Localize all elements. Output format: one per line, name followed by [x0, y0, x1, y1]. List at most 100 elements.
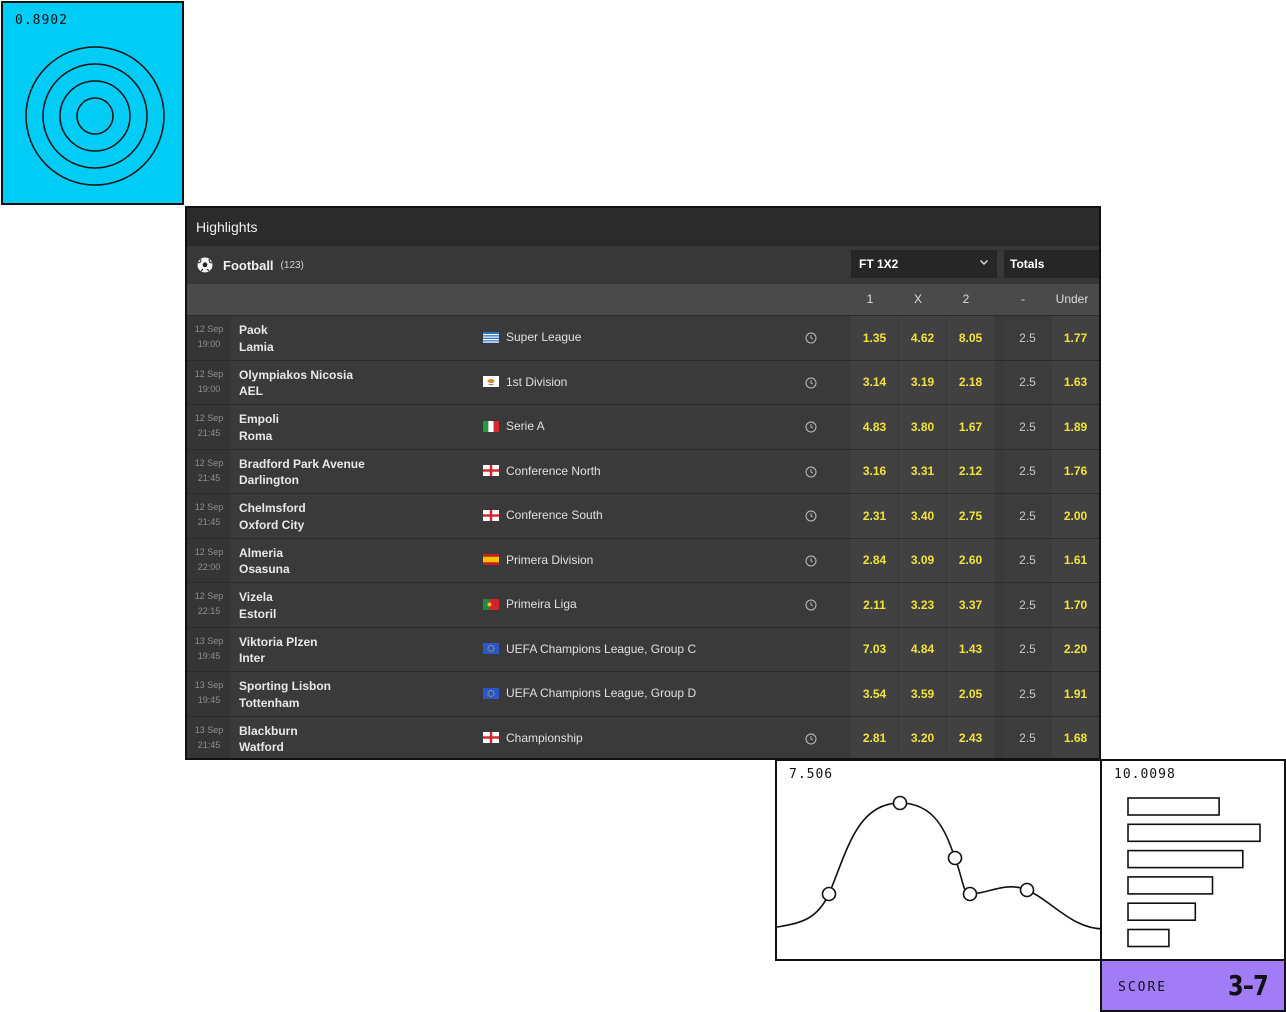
odd-under[interactable]: 2.20 — [1052, 627, 1099, 671]
odd-under[interactable]: 1.63 — [1052, 360, 1099, 404]
match-row[interactable]: 12 Sep 22:15 Vizela Estoril Primeira Liga 2.1… — [187, 582, 1099, 627]
match-time: 22:15 — [197, 606, 221, 616]
match-teams[interactable]: Viktoria Plzen Inter — [239, 634, 317, 667]
england-flag-icon — [483, 465, 499, 476]
odd-home[interactable]: 4.83 — [851, 405, 898, 449]
odd-under[interactable]: 1.91 — [1052, 672, 1099, 716]
odd-under[interactable]: 1.70 — [1052, 583, 1099, 627]
odd-away[interactable]: 2.05 — [947, 672, 994, 716]
match-row[interactable]: 12 Sep 19:00 Olympiakos Nicosia AEL 1st Divi… — [187, 359, 1099, 404]
match-time: 19:00 — [197, 339, 221, 349]
match-datetime: 13 Sep 21:45 — [187, 716, 231, 758]
match-row[interactable]: 12 Sep 19:00 Paok Lamia Super League 1.35 4.62… — [187, 315, 1099, 360]
match-row[interactable]: 12 Sep 22:00 Almeria Osasuna Primera Divisio… — [187, 537, 1099, 582]
match-teams[interactable]: Empoli Roma — [239, 411, 279, 444]
match-row[interactable]: 13 Sep 21:45 Blackburn Watford Championship 2… — [187, 715, 1099, 758]
odd-away[interactable]: 2.12 — [947, 449, 994, 493]
bar — [1127, 849, 1244, 869]
match-time: 21:45 — [197, 472, 221, 483]
odd-home[interactable]: 2.11 — [851, 583, 898, 627]
sport-bar[interactable]: Football (123) FT 1X2 Totals — [187, 246, 1099, 284]
match-teams[interactable]: Vizela Estoril — [239, 589, 276, 622]
match-date: 13 Sep — [194, 724, 224, 735]
home-team: Olympiakos Nicosia — [239, 367, 354, 382]
match-row[interactable]: 13 Sep 19:45 Viktoria Plzen Inter UEFA Champ… — [187, 626, 1099, 671]
league-name: Super League — [506, 330, 582, 344]
odd-away[interactable]: 2.18 — [947, 360, 994, 404]
odd-home[interactable]: 3.14 — [851, 360, 898, 404]
odd-under[interactable]: 1.76 — [1052, 449, 1099, 493]
score-value: 3–7 — [1228, 969, 1269, 1002]
odd-under[interactable]: 1.68 — [1052, 716, 1099, 758]
away-team: Roma — [239, 428, 273, 443]
odd-away[interactable]: 2.60 — [947, 538, 994, 582]
odd-away[interactable]: 2.75 — [947, 494, 994, 538]
match-teams[interactable]: Sporting Lisbon Tottenham — [239, 678, 331, 711]
odd-away[interactable]: 1.67 — [947, 405, 994, 449]
odd-draw[interactable]: 3.19 — [899, 360, 946, 404]
match-teams[interactable]: Paok Lamia — [239, 322, 274, 355]
odd-home[interactable]: 2.31 — [851, 494, 898, 538]
total-line: 2.5 — [1004, 316, 1051, 360]
match-teams[interactable]: Olympiakos Nicosia AEL — [239, 367, 353, 400]
odd-away[interactable]: 1.43 — [947, 627, 994, 671]
match-teams[interactable]: Blackburn Watford — [239, 723, 298, 756]
odd-draw[interactable]: 4.62 — [899, 316, 946, 360]
odd-draw[interactable]: 3.20 — [899, 716, 946, 758]
match-time: 19:45 — [197, 695, 221, 705]
match-date: 12 Sep — [194, 368, 224, 379]
clock-icon — [805, 420, 817, 433]
total-line: 2.5 — [1004, 672, 1051, 716]
odd-draw[interactable]: 3.09 — [899, 538, 946, 582]
match-date: 12 Sep — [194, 502, 224, 512]
odd-away[interactable]: 8.05 — [947, 316, 994, 360]
total-line: 2.5 — [1004, 583, 1051, 627]
total-line: 2.5 — [1004, 449, 1051, 493]
away-team: AEL — [239, 384, 263, 398]
total-line: 2.5 — [1004, 494, 1051, 538]
home-team: Viktoria Plzen — [239, 634, 318, 649]
europe-flag-icon — [483, 643, 499, 654]
match-row[interactable]: 13 Sep 19:45 Sporting Lisbon Tottenham UEFA … — [187, 671, 1099, 716]
match-row[interactable]: 12 Sep 21:45 Empoli Roma Serie A 4.83 3.80 1.67… — [187, 404, 1099, 449]
match-teams[interactable]: Chelmsford Oxford City — [239, 500, 306, 533]
home-team: Vizela — [239, 590, 273, 604]
target-widget: 0.8902 — [1, 1, 184, 205]
odd-home[interactable]: 3.16 — [851, 449, 898, 493]
total-line: 2.5 — [1004, 716, 1051, 758]
odd-draw[interactable]: 3.23 — [899, 583, 946, 627]
match-league: Primeira Liga — [483, 597, 577, 611]
odd-home[interactable]: 2.84 — [851, 538, 898, 582]
home-team: Chelmsford — [239, 501, 306, 515]
total-line: 2.5 — [1004, 627, 1051, 671]
match-row[interactable]: 12 Sep 21:45 Chelmsford Oxford City Conferen… — [187, 493, 1099, 538]
odd-home[interactable]: 7.03 — [851, 627, 898, 671]
odd-under[interactable]: 2.00 — [1052, 494, 1099, 538]
odd-away[interactable]: 2.43 — [947, 716, 994, 758]
odd-draw[interactable]: 4.84 — [899, 627, 946, 671]
home-team: Almeria — [239, 545, 284, 560]
odd-draw[interactable]: 3.40 — [899, 494, 946, 538]
league-name: Primera Division — [506, 552, 594, 567]
match-time: 21:45 — [197, 739, 221, 750]
match-row[interactable]: 12 Sep 21:45 Bradford Park Avenue Darlingto… — [187, 448, 1099, 493]
odd-draw[interactable]: 3.59 — [899, 672, 946, 716]
odd-under[interactable]: 1.77 — [1052, 316, 1099, 360]
odd-draw[interactable]: 3.80 — [899, 405, 946, 449]
totals-select[interactable]: Totals — [1004, 250, 1099, 278]
odd-under[interactable]: 1.61 — [1052, 538, 1099, 582]
league-name: Conference North — [506, 463, 601, 478]
away-team: Lamia — [239, 339, 274, 354]
odd-draw[interactable]: 3.31 — [899, 449, 946, 493]
bar — [1127, 902, 1197, 921]
odd-home[interactable]: 3.54 — [851, 672, 898, 716]
odd-away[interactable]: 3.37 — [947, 583, 994, 627]
odd-under[interactable]: 1.89 — [1052, 405, 1099, 449]
portugal-flag-icon — [483, 598, 499, 610]
match-teams[interactable]: Bradford Park Avenue Darlington — [239, 456, 365, 489]
odd-home[interactable]: 2.81 — [851, 716, 898, 758]
match-teams[interactable]: Almeria Osasuna — [239, 545, 290, 578]
odd-home[interactable]: 1.35 — [851, 316, 898, 360]
market-select[interactable]: FT 1X2 — [851, 250, 997, 278]
clock-icon — [805, 732, 817, 744]
